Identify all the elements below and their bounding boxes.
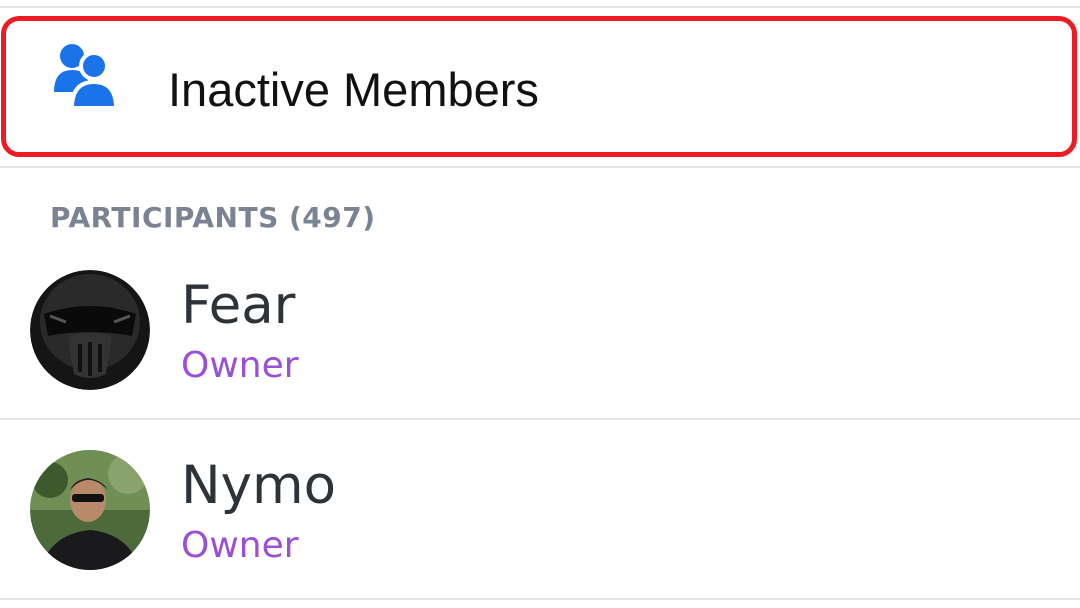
member-name: Fear <box>181 275 296 336</box>
member-row-nymo[interactable]: Nymo Owner <box>0 420 1080 598</box>
member-name: Nymo <box>181 455 337 516</box>
inactive-members-label: Inactive Members <box>168 63 539 116</box>
member-role: Owner <box>181 525 299 566</box>
participants-header: PARTICIPANTS (497) <box>50 201 376 234</box>
divider <box>0 166 1080 168</box>
masked-rider-avatar <box>30 270 150 390</box>
man-sunglasses-avatar <box>30 450 150 570</box>
people-icon <box>54 44 119 110</box>
highlight-outline <box>1 16 1077 157</box>
member-row-fear[interactable]: Fear Owner <box>0 240 1080 418</box>
member-list-screen: Inactive Members PARTICIPANTS (497) Fear… <box>0 0 1080 608</box>
member-role: Owner <box>181 345 299 386</box>
divider <box>0 6 1080 8</box>
inactive-members-row[interactable]: Inactive Members <box>0 14 1080 160</box>
divider <box>0 598 1080 600</box>
